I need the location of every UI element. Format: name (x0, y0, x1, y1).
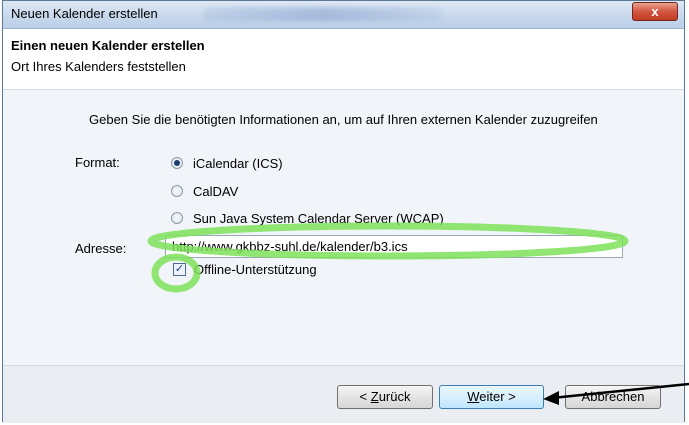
radio-button[interactable] (171, 212, 183, 224)
close-icon: x (651, 4, 659, 19)
address-label: Adresse: (75, 241, 127, 256)
radio-button[interactable] (171, 185, 183, 197)
next-label: eiter > (479, 389, 516, 404)
back-button[interactable]: < Zurück (337, 385, 433, 409)
title-bar-blurred-area (203, 7, 443, 21)
wizard-content: Geben Sie die benötigten Informationen a… (3, 90, 684, 365)
back-accesskey: Z (370, 389, 379, 404)
next-accesskey: W (467, 389, 480, 404)
dialog-window: Neuen Kalender erstellen x Einen neuen K… (2, 0, 685, 423)
back-prefix: < (359, 389, 371, 404)
back-label: urück (378, 389, 411, 404)
radio-format-ics[interactable]: iCalendar (ICS) (171, 153, 283, 173)
title-bar[interactable]: Neuen Kalender erstellen x (3, 1, 684, 29)
radio-label: Sun Java System Calendar Server (WCAP) (193, 210, 444, 226)
radio-format-wcap[interactable]: Sun Java System Calendar Server (WCAP) (171, 208, 444, 228)
wizard-footer: < Zurück Weiter > Abbrechen (3, 365, 684, 423)
radio-label: iCalendar (ICS) (193, 155, 283, 171)
close-button[interactable]: x (632, 2, 678, 21)
page-title: Einen neuen Kalender erstellen (11, 38, 205, 53)
format-label: Format: (75, 155, 120, 170)
address-input[interactable]: http://www.gkbbz-suhl.de/kalender/b3.ics (165, 235, 623, 258)
next-button[interactable]: Weiter > (439, 385, 544, 409)
wizard-header: Einen neuen Kalender erstellen Ort Ihres… (3, 29, 684, 90)
radio-format-caldav[interactable]: CalDAV (171, 181, 238, 201)
window-title: Neuen Kalender erstellen (11, 6, 158, 21)
offline-label: Offline-Unterstützung (194, 262, 317, 277)
offline-checkbox[interactable]: ✓ (173, 263, 186, 276)
cancel-button[interactable]: Abbrechen (565, 385, 661, 409)
radio-button-checked[interactable] (171, 157, 183, 169)
page-subtitle: Ort Ihres Kalenders feststellen (11, 59, 186, 74)
intro-text: Geben Sie die benötigten Informationen a… (89, 112, 598, 127)
offline-support-option[interactable]: ✓ Offline-Unterstützung (173, 262, 317, 277)
radio-label: CalDAV (193, 183, 239, 199)
